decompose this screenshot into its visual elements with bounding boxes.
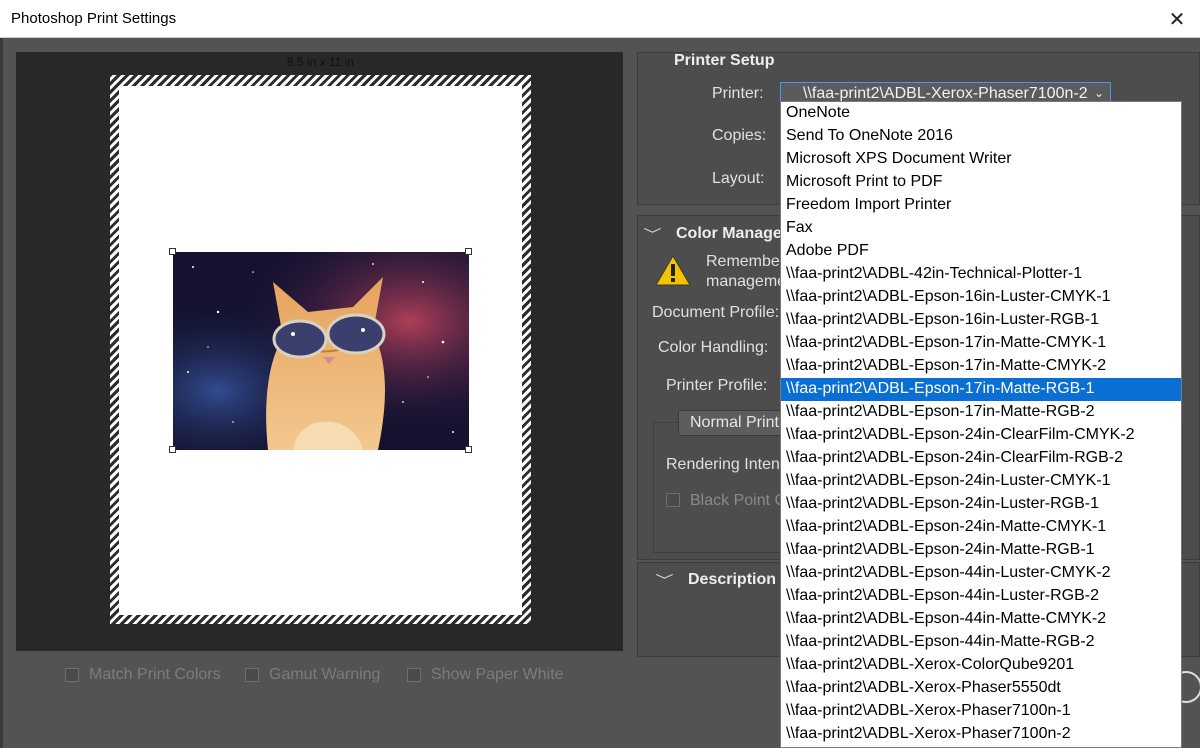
show-paper-white-checkbox[interactable] [407,668,421,682]
printer-option[interactable]: \\faa-print2\ADBL-Epson-24in-ClearFilm-R… [781,447,1181,470]
resize-handle-top-right[interactable] [465,248,472,255]
warning-text-line1: Remember [706,253,786,270]
expand-chevron-icon[interactable]: ﹀ [655,570,673,589]
printer-option[interactable]: \\faa-print2\ADBL-Epson-17in-Matte-CMYK-… [781,332,1181,355]
match-print-colors-option[interactable]: Match Print Colors [65,664,221,686]
resize-handle-top-left[interactable] [169,248,176,255]
printer-option[interactable]: \\faa-print2\ADBL-Epson-44in-Luster-CMYK… [781,562,1181,585]
normal-printing-dropdown[interactable]: Normal Print [678,410,788,436]
window-title: Photoshop Print Settings [11,10,177,27]
document-profile-label: Document Profile: [652,304,780,321]
black-point-checkbox[interactable] [666,493,680,507]
printer-option[interactable]: \\faa-print2\ADBL-Epson-24in-Luster-CMYK… [781,470,1181,493]
printer-option[interactable]: \\faa-print2\ADBL-Epson-17in-Matte-RGB-1 [781,378,1181,401]
printer-option[interactable]: \\faa-print2\ADBL-Epson-16in-Luster-CMYK… [781,286,1181,309]
printer-option[interactable]: \\faa-print2\ADBL-Epson-44in-Luster-RGB-… [781,585,1181,608]
close-icon[interactable]: ✕ [1154,0,1200,38]
printer-dropdown-list[interactable]: OneNote Send To OneNote 2016 Microsoft XPS… [780,101,1182,748]
gamut-warning-option[interactable]: Gamut Warning [245,664,380,686]
printer-option[interactable]: \\faa-print2\ADBL-42in-Technical-Plotter… [781,263,1181,286]
printer-option[interactable]: Adobe PDF [781,240,1181,263]
title-bar: Photoshop Print Settings ✕ [0,0,1200,38]
printer-option[interactable]: OneNote [781,102,1181,125]
printer-option[interactable]: \\faa-print2\ADBL-Epson-17in-Matte-RGB-2 [781,401,1181,424]
print-image[interactable] [173,252,469,450]
printer-option[interactable]: \\faa-print2\ADBL-Xerox-Phaser7100n-2 [781,723,1181,746]
printer-option[interactable]: \\faa-print2\ADBL-Epson-16in-Luster-RGB-… [781,309,1181,332]
printer-option[interactable]: \\faa-print2\ADBL-Xerox-ColorQube9201 [781,654,1181,677]
show-paper-white-option[interactable]: Show Paper White [407,664,564,686]
printer-select-value: \\faa-print2\ADBL-Xerox-Phaser7100n-2 [803,85,1088,102]
printer-option[interactable]: \\faa-print2\ADBL-Epson-24in-Luster-RGB-… [781,493,1181,516]
printer-option[interactable]: \\faa-print2\ADBL-Epson-24in-Matte-RGB-1 [781,539,1181,562]
printer-option[interactable]: Send To OneNote 2016 [781,125,1181,148]
rendering-intent-label: Rendering Inten [666,456,780,473]
collapse-chevron-icon[interactable]: ﹀ [643,224,661,243]
paper-size-label: 8.5 in x 11 in [286,55,355,69]
printer-profile-label: Printer Profile: [666,377,768,394]
warning-text-line2: manageme [706,273,787,290]
printer-option[interactable]: Microsoft Print to PDF [781,171,1181,194]
gamut-warning-label: Gamut Warning [269,666,381,683]
printer-option[interactable]: \\faa-print2\ADBL-Epson-44in-Matte-CMYK-… [781,608,1181,631]
gamut-warning-checkbox[interactable] [245,668,259,682]
printer-option[interactable]: \\faa-print2\ADBL-Epson-17in-Matte-CMYK-… [781,355,1181,378]
color-handling-label: Color Handling: [658,339,769,356]
copies-label: Copies: [712,127,767,144]
printer-option[interactable]: Freedom Import Printer [781,194,1181,217]
warning-icon [655,255,691,286]
printer-setup-heading: Printer Setup [674,52,775,69]
printer-label: Printer: [712,85,764,102]
match-print-colors-label: Match Print Colors [89,666,221,683]
cat-in-space-image [173,252,469,450]
black-point-label: Black Point C [690,492,787,509]
chevron-down-icon: ⌄ [1093,86,1104,100]
printer-option[interactable]: Fax [781,217,1181,240]
show-paper-white-label: Show Paper White [431,666,564,683]
layout-label: Layout: [712,170,765,187]
description-heading[interactable]: Description [688,571,776,589]
printer-option[interactable]: \\faa-print2\ADBL-Epson-44in-Matte-RGB-2 [781,631,1181,654]
resize-handle-bottom-right[interactable] [465,446,472,453]
printer-option[interactable]: \\faa-print2\ADBL-Epson-24in-Matte-CMYK-… [781,516,1181,539]
match-print-colors-checkbox[interactable] [65,668,79,682]
printer-option[interactable]: \\faa-print2\ADBL-Xerox-Phaser7100n-1 [781,700,1181,723]
printer-option[interactable]: \\faa-print2\ADBL-Xerox-Phaser5550dt [781,677,1181,700]
printer-option[interactable]: Microsoft XPS Document Writer [781,148,1181,171]
printer-option[interactable]: \\faa-print2\ADBL-Epson-24in-ClearFilm-C… [781,424,1181,447]
color-management-heading[interactable]: Color Manage [676,225,782,243]
resize-handle-bottom-left[interactable] [169,446,176,453]
window-edge [0,38,3,748]
